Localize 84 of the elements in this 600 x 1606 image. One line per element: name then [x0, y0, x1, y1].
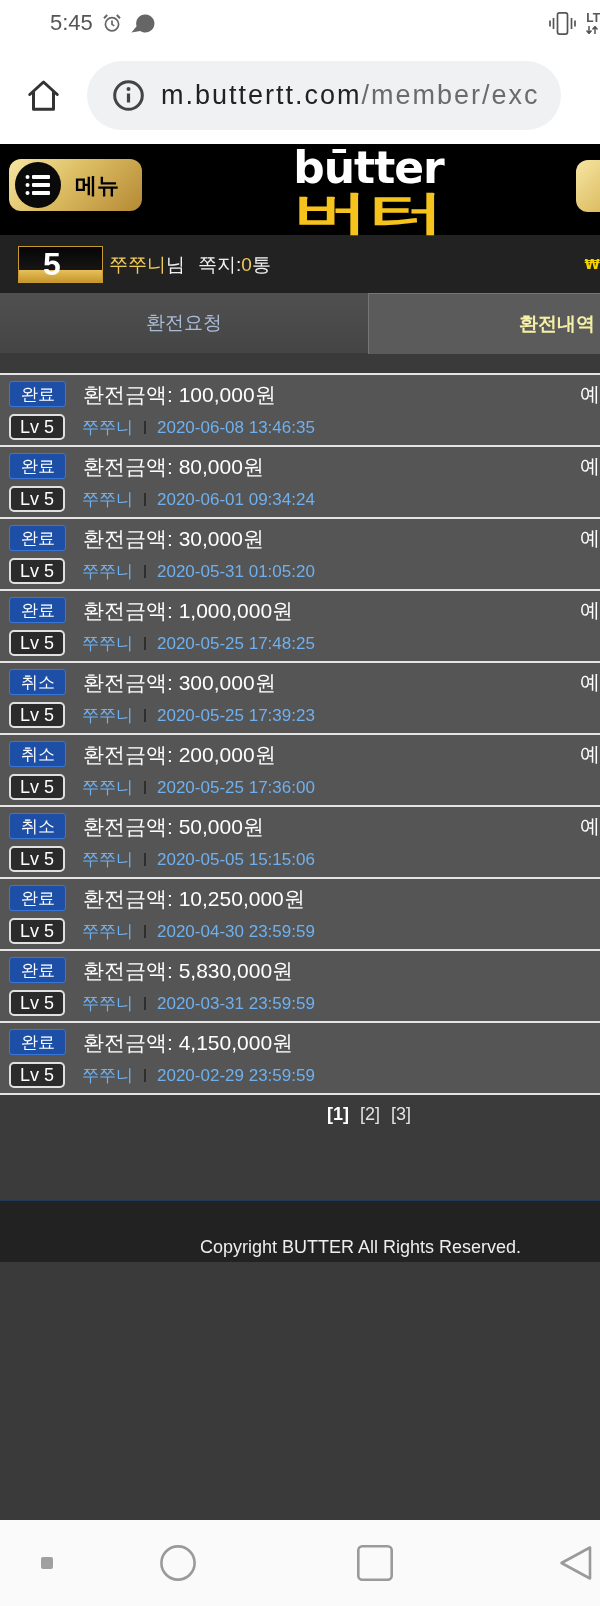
info-icon[interactable] — [113, 79, 144, 111]
timestamp: 2020-03-31 23:59:59 — [157, 994, 315, 1012]
status-badge: 완료 — [9, 1029, 66, 1055]
network-type-text: LT — [586, 12, 600, 24]
page-link[interactable]: [2] — [360, 1103, 380, 1125]
timestamp: 2020-05-05 15:15:06 — [157, 850, 315, 868]
page-link[interactable]: [3] — [391, 1103, 412, 1125]
url-text: m.buttertt.com/member/exc — [161, 81, 540, 109]
greeting-text: 쭈쭈니 님 — [109, 254, 185, 274]
data-arrows-icon — [586, 26, 599, 34]
timestamp: 2020-06-08 13:46:35 — [157, 418, 315, 436]
status-badge: 완료 — [9, 453, 66, 479]
status-badge: 완료 — [9, 885, 66, 911]
small-square-icon[interactable] — [41, 1557, 53, 1569]
status-badge: 완료 — [9, 957, 66, 983]
status-badge: 취소 — [9, 669, 66, 695]
amount-text: 환전금액: 50,000원 — [83, 815, 264, 837]
column-text: 예 — [580, 816, 600, 836]
status-badge: 완료 — [9, 525, 66, 551]
level-label: Lv 5 — [9, 414, 65, 440]
amount-text: 환전금액: 10,250,000원 — [83, 887, 305, 909]
clock-time: 5:45 — [50, 12, 93, 34]
amount-text: 환전금액: 100,000원 — [83, 383, 276, 405]
menu-icon — [15, 162, 61, 208]
column-text: 예 — [580, 744, 600, 764]
user-name: 쭈쭈니 — [82, 922, 133, 940]
timestamp: 2020-05-25 17:39:23 — [157, 706, 315, 724]
level-label: Lv 5 — [9, 486, 65, 512]
user-name: 쭈쭈니 — [82, 850, 133, 868]
tab[interactable]: 환전요청 — [0, 293, 368, 354]
status-badge: 취소 — [9, 813, 66, 839]
message-count-text: 쪽지:0통 — [198, 254, 271, 274]
level-label: Lv 5 — [9, 774, 65, 800]
user-name: 쭈쭈니 — [82, 706, 133, 724]
page-link[interactable]: [1] — [327, 1103, 349, 1125]
level-label: Lv 5 — [9, 846, 65, 872]
currency-symbol: ₩ — [584, 257, 600, 271]
amount-text: 환전금액: 30,000원 — [83, 527, 264, 549]
copyright-text: Copyright BUTTER All Rights Reserved. — [200, 1237, 522, 1257]
amount-text: 환전금액: 5,830,000원 — [83, 959, 294, 981]
logo-hangul-wordmark: 버터 — [292, 190, 445, 234]
level-label: Lv 5 — [9, 702, 65, 728]
menu-button[interactable]: 메뉴 — [9, 159, 142, 211]
column-text: 예 — [580, 600, 600, 620]
level-label: Lv 5 — [9, 1062, 65, 1088]
user-name: 쭈쭈니 — [82, 994, 133, 1012]
timestamp: 2020-05-25 17:36:00 — [157, 778, 315, 796]
home-icon[interactable] — [28, 79, 59, 111]
amount-text: 환전금액: 300,000원 — [83, 671, 276, 693]
timestamp: 2020-06-01 09:34:24 — [157, 490, 315, 508]
column-text: 예 — [580, 384, 600, 404]
address-field[interactable]: m.buttertt.com/member/exc — [87, 60, 561, 130]
amount-text: 환전금액: 200,000원 — [83, 743, 276, 765]
vibrate-icon — [549, 11, 577, 35]
alarm-clock-icon — [102, 14, 121, 32]
timestamp: 2020-05-25 17:48:25 — [157, 634, 315, 652]
amount-text: 환전금액: 1,000,000원 — [83, 599, 294, 621]
back-icon[interactable] — [559, 1545, 592, 1581]
logo-wordmark: būtter — [293, 147, 444, 189]
column-text: 예 — [580, 528, 600, 548]
column-text: 예 — [580, 456, 600, 476]
level-label: Lv 5 — [9, 918, 65, 944]
user-name: 쭈쭈니 — [82, 1066, 133, 1084]
timestamp: 2020-05-31 01:05:20 — [157, 562, 315, 580]
status-badge: 완료 — [9, 597, 66, 623]
timestamp: 2020-04-30 23:59:59 — [157, 922, 315, 940]
header-button[interactable] — [576, 160, 600, 212]
user-name: 쭈쭈니 — [82, 562, 133, 580]
level-label: Lv 5 — [9, 630, 65, 656]
tab[interactable]: 환전내역 — [368, 293, 600, 354]
amount-text: 환전금액: 4,150,000원 — [83, 1031, 294, 1053]
status-badge: 완료 — [9, 381, 66, 407]
level-label: Lv 5 — [9, 558, 65, 584]
user-name: 쭈쭈니 — [82, 418, 133, 436]
level-label: Lv 5 — [9, 990, 65, 1016]
status-badge: 취소 — [9, 741, 66, 767]
recents-icon[interactable] — [357, 1545, 393, 1581]
column-text: 예 — [580, 672, 600, 692]
user-name: 쭈쭈니 — [82, 634, 133, 652]
user-name: 쭈쭈니 — [82, 490, 133, 508]
user-name: 쭈쭈니 — [82, 778, 133, 796]
chat-bubble-icon — [130, 13, 155, 33]
timestamp: 2020-02-29 23:59:59 — [157, 1066, 315, 1084]
amount-text: 환전금액: 80,000원 — [83, 455, 264, 477]
